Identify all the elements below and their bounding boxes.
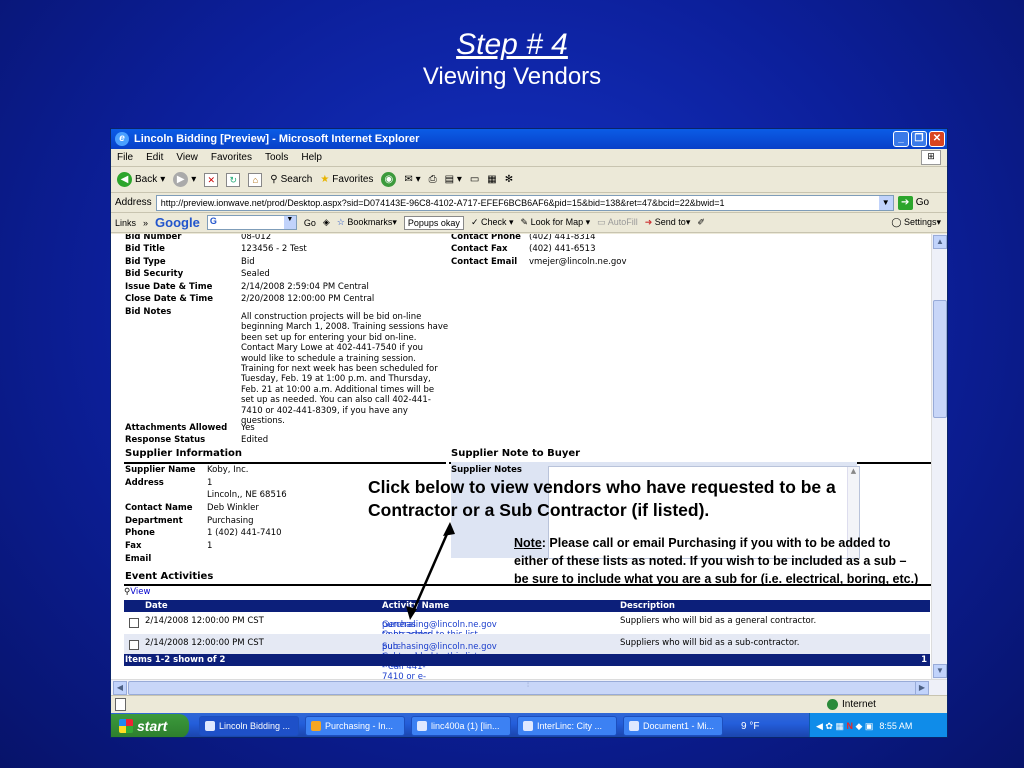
- callout-main-text: Click below to view vendors who have req…: [368, 477, 836, 520]
- note-body: : Please call or email Purchasing if you…: [514, 536, 919, 586]
- arrow-head-top: [443, 522, 455, 536]
- callout-arrow: [406, 522, 455, 620]
- callout-arrow-line: [410, 526, 452, 615]
- callout-note-text: Note: Please call or email Purchasing if…: [514, 534, 924, 588]
- note-label: Note: [514, 536, 542, 550]
